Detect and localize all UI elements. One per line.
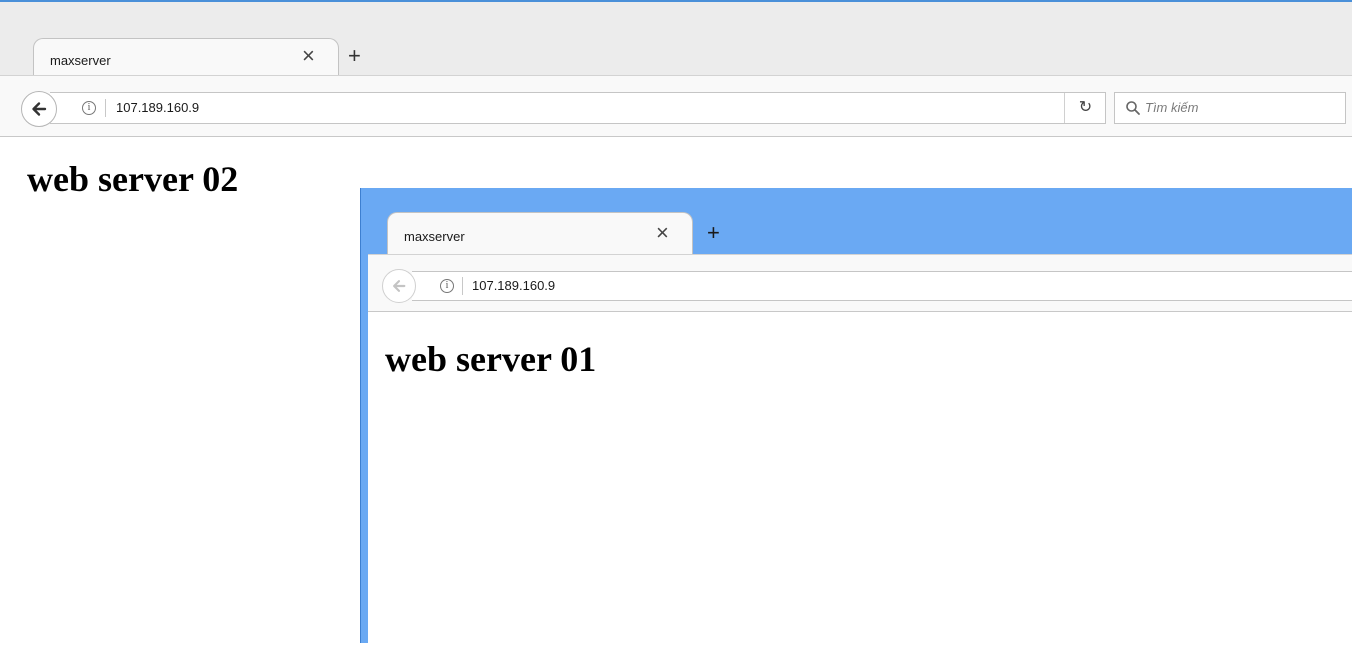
search-icon [1126, 101, 1140, 115]
navigation-bar: i 107.189.160.9 ↻ Tìm kiếm [0, 75, 1352, 137]
search-placeholder: Tìm kiếm [1145, 100, 1199, 115]
tab-maxserver[interactable]: maxserver × [387, 212, 693, 254]
page-content: web server 01 [368, 312, 1352, 643]
tab-maxserver[interactable]: maxserver × [33, 38, 339, 76]
info-icon[interactable]: i [440, 279, 454, 293]
close-icon[interactable]: × [656, 222, 669, 244]
plus-icon[interactable]: + [707, 222, 720, 244]
reload-icon[interactable]: ↻ [1064, 93, 1106, 123]
back-button[interactable] [382, 269, 416, 303]
page-heading: web server 01 [385, 339, 597, 379]
close-icon[interactable]: × [302, 45, 315, 67]
back-button[interactable] [21, 91, 57, 127]
url-divider [105, 99, 106, 117]
back-arrow-icon [393, 280, 406, 292]
url-text[interactable]: 107.189.160.9 [116, 100, 199, 115]
plus-icon[interactable]: + [348, 45, 361, 67]
page-heading: web server 02 [27, 159, 239, 199]
search-input[interactable]: Tìm kiếm [1114, 92, 1346, 124]
tab-title: maxserver [50, 53, 111, 68]
address-bar[interactable]: i 107.189.160.9 [412, 271, 1352, 301]
browser-window-front: maxserver × + i 107.189.160.9 web server… [360, 188, 1352, 643]
url-divider [462, 277, 463, 295]
tab-title: maxserver [404, 229, 465, 244]
url-text[interactable]: 107.189.160.9 [472, 278, 555, 293]
tab-strip: maxserver × + [361, 188, 1352, 254]
navigation-bar: i 107.189.160.9 [368, 254, 1352, 312]
info-icon[interactable]: i [82, 101, 96, 115]
back-arrow-icon [32, 102, 47, 116]
address-bar[interactable]: i 107.189.160.9 ↻ [50, 92, 1106, 124]
tab-strip: maxserver × + [0, 2, 1352, 76]
